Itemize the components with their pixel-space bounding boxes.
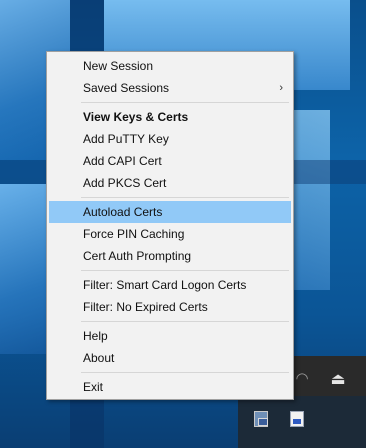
menu-item-label: Cert Auth Prompting <box>83 249 192 263</box>
pageant-icon[interactable] <box>252 410 270 428</box>
menu-item-label: Autoload Certs <box>83 205 163 219</box>
menu-item-cert-auth-prompting[interactable]: Cert Auth Prompting <box>49 245 291 267</box>
menu-item-label: New Session <box>83 59 154 73</box>
menu-item-label: Add PKCS Cert <box>83 176 167 190</box>
certificate-icon[interactable] <box>288 410 306 428</box>
menu-item-label: Add CAPI Cert <box>83 154 162 168</box>
menu-item-label: View Keys & Certs <box>83 110 189 124</box>
menu-item-label: Help <box>83 329 108 343</box>
menu-item-filter-no-expired-certs[interactable]: Filter: No Expired Certs <box>49 296 291 318</box>
menu-item-add-putty-key[interactable]: Add PuTTY Key <box>49 128 291 150</box>
menu-item-saved-sessions[interactable]: Saved Sessions › <box>49 77 291 99</box>
menu-item-help[interactable]: Help <box>49 325 291 347</box>
menu-item-label: About <box>83 351 115 365</box>
chevron-right-icon: › <box>279 82 283 94</box>
usb-drive-icon[interactable]: ⏏ <box>328 368 348 388</box>
menu-item-label: Saved Sessions <box>83 81 170 95</box>
menu-item-view-keys-certs[interactable]: View Keys & Certs <box>49 106 291 128</box>
menu-item-autoload-certs[interactable]: Autoload Certs <box>49 201 291 223</box>
wifi-icon[interactable]: ◠ <box>292 368 312 388</box>
menu-item-label: Filter: Smart Card Logon Certs <box>83 278 247 292</box>
menu-item-label: Filter: No Expired Certs <box>83 300 208 314</box>
menu-item-exit[interactable]: Exit <box>49 376 291 398</box>
menu-item-label: Add PuTTY Key <box>83 132 169 146</box>
context-menu: New Session Saved Sessions › View Keys & Ce… <box>46 51 294 400</box>
menu-item-force-pin-caching[interactable]: Force PIN Caching <box>49 223 291 245</box>
menu-item-label: Force PIN Caching <box>83 227 185 241</box>
menu-item-label: Exit <box>83 380 104 394</box>
menu-item-add-pkcs-cert[interactable]: Add PKCS Cert <box>49 172 291 194</box>
menu-item-new-session[interactable]: New Session <box>49 55 291 77</box>
menu-separator <box>81 321 289 322</box>
menu-separator <box>81 197 289 198</box>
menu-separator <box>81 372 289 373</box>
menu-separator <box>81 270 289 271</box>
menu-item-filter-smart-card-logon-certs[interactable]: Filter: Smart Card Logon Certs <box>49 274 291 296</box>
menu-separator <box>81 102 289 103</box>
menu-item-add-capi-cert[interactable]: Add CAPI Cert <box>49 150 291 172</box>
menu-item-about[interactable]: About <box>49 347 291 369</box>
